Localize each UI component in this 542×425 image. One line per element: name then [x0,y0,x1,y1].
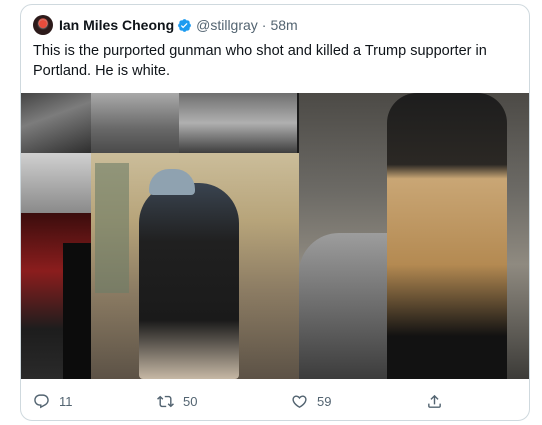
verified-badge-icon [177,18,192,33]
tweet-media-video[interactable] [21,93,529,379]
reply-count: 11 [59,393,73,409]
like-button[interactable]: 59 [291,393,331,410]
reply-icon [34,393,49,408]
like-count: 59 [317,393,332,409]
tweet-header: Ian Miles Cheong @stillgray · 58m [33,15,298,35]
tweet-card[interactable]: Ian Miles Cheong @stillgray · 58m This i… [20,4,530,421]
separator-dot: · [261,17,267,33]
tweet-actions: 11 50 59 [21,389,529,413]
collage-tile [21,93,91,153]
author-handle[interactable]: @stillgray [196,17,258,33]
reply-button[interactable]: 11 [33,393,73,410]
background-door [95,163,129,293]
person-figure [387,93,507,379]
retweet-icon [157,395,174,407]
collage-tile [63,243,93,379]
retweet-count: 50 [183,393,198,409]
background-car [299,233,399,379]
collage-tile-main [91,153,299,379]
collage-tile [91,93,179,153]
like-icon [292,394,307,408]
share-button[interactable] [426,393,452,410]
collage-tile-right [299,93,529,379]
author-name[interactable]: Ian Miles Cheong [59,17,174,33]
collage-tile [179,93,297,153]
timestamp[interactable]: 58m [270,17,297,33]
retweet-button[interactable]: 50 [157,393,197,410]
share-icon [428,394,441,408]
avatar[interactable] [33,15,53,35]
tweet-text: This is the purported gunman who shot an… [33,43,487,79]
collage-tile [21,153,91,213]
person-figure [139,183,239,379]
person-cap [149,169,195,195]
